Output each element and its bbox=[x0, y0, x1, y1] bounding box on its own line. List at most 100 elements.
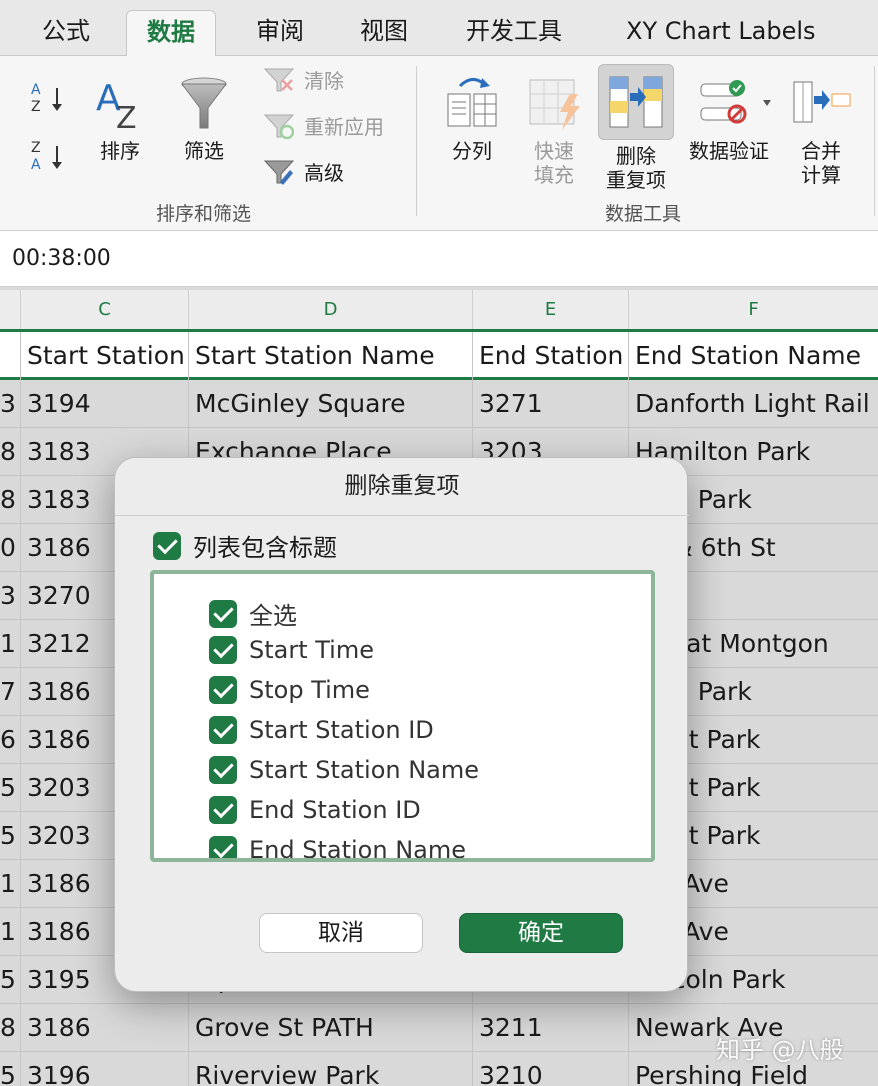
cell[interactable]: 3194 bbox=[21, 380, 189, 428]
cell[interactable]: 8 bbox=[0, 1004, 21, 1052]
cell[interactable]: End Station Name bbox=[629, 332, 878, 380]
sort-label: 排序 bbox=[100, 139, 140, 163]
checkbox-checked-icon[interactable] bbox=[209, 836, 237, 858]
tab-review[interactable]: 审阅 bbox=[236, 10, 324, 56]
text-to-columns-label: 分列 bbox=[452, 139, 492, 163]
reapply-button[interactable]: 重新应用 bbox=[262, 110, 384, 140]
consolidate-button[interactable]: 合并 计算 bbox=[786, 74, 856, 187]
sort-button[interactable]: A Z 排序 bbox=[88, 74, 152, 163]
reapply-filter-icon bbox=[263, 114, 294, 140]
cell[interactable]: 3210 bbox=[473, 1052, 629, 1086]
sort-ascending-button[interactable]: A Z bbox=[26, 80, 68, 121]
table-header-row: Start Station Start Station Name End Sta… bbox=[0, 332, 878, 380]
column-header-f[interactable]: F bbox=[629, 290, 878, 329]
cell[interactable]: 1 bbox=[0, 620, 21, 668]
remove-duplicates-label-wrap: 删除 重复项 bbox=[594, 144, 678, 192]
cell[interactable]: McGinley Square bbox=[189, 380, 473, 428]
data-validation-button[interactable]: 数据验证 bbox=[684, 74, 774, 163]
cell[interactable]: 3 bbox=[0, 572, 21, 620]
svg-text:Z: Z bbox=[31, 99, 41, 115]
tab-data[interactable]: 数据 bbox=[126, 10, 216, 57]
checkbox-checked-icon[interactable] bbox=[209, 676, 237, 704]
clear-filter-label: 清除 bbox=[304, 68, 344, 93]
data-validation-icon bbox=[700, 80, 771, 124]
cell[interactable]: Danforth Light Rail bbox=[629, 380, 878, 428]
has-headers-checkbox[interactable]: 列表包含标题 bbox=[153, 528, 337, 563]
cell[interactable]: 5 bbox=[0, 956, 21, 1004]
clear-filter-button[interactable]: 清除 bbox=[262, 64, 344, 94]
sort-ascending-icon: A Z bbox=[31, 82, 62, 115]
checkbox-checked-icon[interactable] bbox=[209, 756, 237, 784]
consolidate-label: 合并 计算 bbox=[801, 139, 841, 187]
column-header-b[interactable] bbox=[0, 290, 21, 329]
cell[interactable]: 3186 bbox=[21, 1004, 189, 1052]
list-item[interactable]: Start Time bbox=[209, 636, 374, 664]
cell[interactable] bbox=[0, 332, 21, 380]
list-item[interactable]: Stop Time bbox=[209, 676, 370, 704]
cancel-button[interactable]: 取消 bbox=[259, 913, 423, 953]
checkbox-checked-icon[interactable] bbox=[209, 599, 237, 628]
list-item-label: End Station Name bbox=[249, 836, 466, 862]
formula-bar[interactable]: 00:38:00 bbox=[0, 231, 878, 287]
column-header-e[interactable]: E bbox=[473, 290, 629, 329]
cell[interactable]: 7 bbox=[0, 668, 21, 716]
checkbox-checked-icon[interactable] bbox=[153, 531, 181, 560]
dialog-title: 删除重复项 bbox=[115, 458, 689, 516]
list-item-label: Start Time bbox=[249, 636, 374, 664]
remove-duplicates-button[interactable] bbox=[598, 64, 674, 140]
checkbox-checked-icon[interactable] bbox=[209, 796, 237, 824]
data-tools-group-label: 数据工具 bbox=[605, 203, 682, 225]
cell[interactable]: 1 bbox=[0, 860, 21, 908]
data-validation-label: 数据验证 bbox=[689, 139, 769, 163]
advanced-filter-button[interactable]: 高级 bbox=[262, 156, 344, 186]
cell[interactable]: 5 bbox=[0, 764, 21, 812]
checkbox-checked-icon[interactable] bbox=[209, 716, 237, 744]
text-to-columns-icon bbox=[447, 78, 497, 127]
cell[interactable]: 0 bbox=[0, 524, 21, 572]
cell[interactable]: 8 bbox=[0, 476, 21, 524]
cell[interactable]: Start Station Name bbox=[189, 332, 473, 380]
list-item[interactable]: End Station Name bbox=[209, 836, 466, 862]
cell[interactable]: Grove St PATH bbox=[189, 1004, 473, 1052]
sort-descending-button[interactable]: Z A bbox=[26, 138, 68, 179]
column-header-d[interactable]: D bbox=[189, 290, 473, 329]
cell[interactable]: 1 bbox=[0, 908, 21, 956]
list-item[interactable]: Start Station Name bbox=[209, 756, 479, 784]
remove-duplicates-icon bbox=[609, 76, 663, 128]
list-item[interactable]: End Station ID bbox=[209, 796, 421, 824]
cell[interactable]: 8 bbox=[0, 428, 21, 476]
list-item-label: Start Station ID bbox=[249, 716, 434, 744]
list-item[interactable]: Start Station ID bbox=[209, 716, 434, 744]
list-item-select-all[interactable]: 全选 bbox=[209, 596, 297, 631]
tab-formulas[interactable]: 公式 bbox=[22, 10, 110, 56]
cell[interactable]: Start Station bbox=[21, 332, 189, 380]
filter-button[interactable]: 筛选 bbox=[172, 74, 236, 163]
cell[interactable]: 5 bbox=[0, 812, 21, 860]
tab-developer[interactable]: 开发工具 bbox=[446, 10, 582, 56]
cell[interactable]: 3211 bbox=[473, 1004, 629, 1052]
cell[interactable]: 5 bbox=[0, 1052, 21, 1086]
cell[interactable]: 3196 bbox=[21, 1052, 189, 1086]
columns-list[interactable]: 全选 Start Time Stop Time Start Station ID… bbox=[150, 570, 655, 862]
list-item-label: 全选 bbox=[249, 602, 297, 630]
ribbon-separator bbox=[416, 66, 417, 216]
flash-fill-button[interactable]: 快速 填充 bbox=[522, 74, 586, 187]
column-header-c[interactable]: C bbox=[21, 290, 189, 329]
checkbox-checked-icon[interactable] bbox=[209, 636, 237, 664]
cell[interactable]: 6 bbox=[0, 716, 21, 764]
ok-button[interactable]: 确定 bbox=[459, 913, 623, 953]
remove-duplicates-dialog: 删除重复项 列表包含标题 全选 Start Time Stop Time Sta… bbox=[114, 457, 689, 992]
clear-filter-icon bbox=[263, 68, 294, 92]
svg-text:Z: Z bbox=[116, 101, 137, 134]
flash-fill-label: 快速 填充 bbox=[534, 139, 574, 187]
column-headers: C D E F bbox=[0, 290, 878, 332]
text-to-columns-button[interactable]: 分列 bbox=[440, 74, 504, 163]
cell[interactable]: 3 bbox=[0, 380, 21, 428]
flash-fill-icon bbox=[529, 79, 580, 130]
cell[interactable]: 3271 bbox=[473, 380, 629, 428]
tab-view[interactable]: 视图 bbox=[340, 10, 428, 56]
tab-xy-chart-labels[interactable]: XY Chart Labels bbox=[606, 10, 836, 56]
remove-duplicates-label: 删除 重复项 bbox=[606, 144, 666, 192]
cell[interactable]: Riverview Park bbox=[189, 1052, 473, 1086]
cell[interactable]: End Station bbox=[473, 332, 629, 380]
